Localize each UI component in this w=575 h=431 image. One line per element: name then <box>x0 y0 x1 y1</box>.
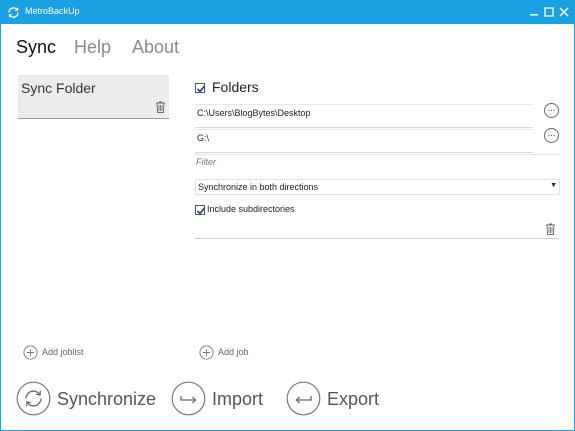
add-job-label: Add job <box>218 347 249 357</box>
include-subdirectories-label: Include subdirectories <box>207 204 295 214</box>
import-icon <box>171 381 206 416</box>
chevron-down-icon: ▼ <box>550 182 557 189</box>
tab-about[interactable]: About <box>132 37 179 58</box>
close-icon[interactable] <box>557 4 571 20</box>
trash-icon[interactable] <box>155 101 166 113</box>
sync-icon <box>16 381 51 416</box>
add-circle-icon <box>199 345 214 360</box>
synchronize-label: Synchronize <box>57 389 157 409</box>
add-circle-icon <box>23 345 38 360</box>
browse-target-button[interactable]: ... <box>544 128 559 143</box>
job-divider <box>195 238 559 239</box>
source-path-field[interactable]: C:\Users\BlogBytes\Desktop <box>195 104 533 128</box>
tab-help[interactable]: Help <box>74 37 111 58</box>
export-icon <box>286 381 321 416</box>
sync-mode-value: Synchronize in both directions <box>198 182 319 192</box>
maximize-icon[interactable] <box>542 4 556 20</box>
filter-input[interactable]: Filter <box>195 154 559 174</box>
import-label: Import <box>212 389 264 409</box>
trash-icon[interactable] <box>545 223 556 235</box>
folders-checkbox[interactable] <box>195 83 206 93</box>
browse-source-button[interactable]: ... <box>544 103 559 118</box>
minimize-icon[interactable] <box>527 4 541 20</box>
sync-arrows-icon <box>8 7 19 18</box>
folders-label: Folders <box>212 79 259 95</box>
include-subdirectories-checkbox[interactable] <box>195 205 206 215</box>
joblist-item-sync-folder[interactable]: Sync Folder <box>18 75 169 119</box>
export-label: Export <box>327 389 380 409</box>
title-bar[interactable]: MetroBackUp <box>1 1 574 24</box>
joblist-name: Sync Folder <box>21 80 96 96</box>
add-joblist-label: Add joblist <box>42 347 84 357</box>
window-title: MetroBackUp <box>25 6 80 16</box>
tab-sync[interactable]: Sync <box>16 37 56 58</box>
target-path-field[interactable]: G:\ <box>195 129 533 153</box>
app-window: MetroBackUp Sync Help About Sync Folder … <box>0 0 575 431</box>
sync-mode-select[interactable]: Synchronize in both directions ▼ <box>195 179 560 195</box>
